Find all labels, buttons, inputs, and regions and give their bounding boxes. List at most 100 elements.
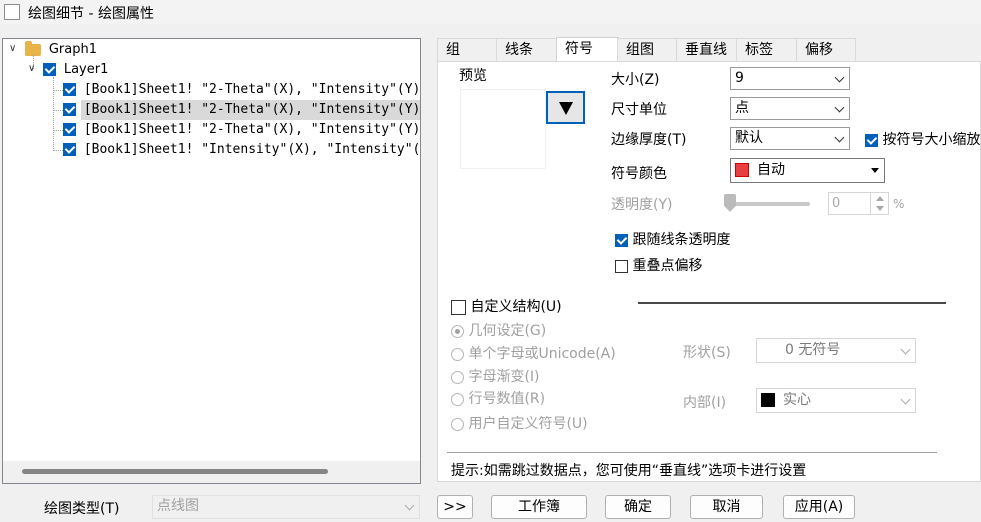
solid-fill-icon [761, 393, 775, 407]
tree-guide [53, 130, 63, 131]
preview-label: 预览 [459, 68, 487, 84]
radio-geometric[interactable]: 几何设定(G) [451, 320, 546, 340]
window-title: 绘图细节 - 绘图属性 [28, 6, 154, 22]
transparency-input[interactable]: 0 [828, 192, 871, 215]
tree-guide [53, 110, 63, 111]
color-swatch [735, 163, 749, 177]
scale-by-size-option[interactable]: 按符号大小缩放 [865, 129, 980, 149]
follow-line-transparency-checkbox[interactable] [615, 233, 628, 247]
custom-construction-checkbox[interactable] [451, 299, 466, 315]
separator-line [638, 302, 946, 304]
transparency-unit: % [893, 197, 905, 211]
chevron-down-icon[interactable]: ∨ [9, 43, 16, 54]
follow-line-transparency-label: 跟随线条透明度 [632, 232, 731, 248]
radio-label: 几何设定(G) [468, 323, 547, 339]
expand-button[interactable]: >> [437, 495, 473, 519]
spin-up-icon[interactable] [876, 196, 884, 201]
tree-item-label: [Book1]Sheet1! "2-Theta"(X), "Intensity"… [83, 82, 421, 97]
plot-checkbox[interactable] [63, 143, 76, 156]
shape-value: 0 无符号 [785, 342, 841, 358]
tab-group-plot[interactable]: 组图 [617, 38, 678, 61]
chevron-down-icon [834, 132, 845, 143]
radio-row-number[interactable]: 行号数值(R) [451, 388, 545, 408]
plot-checkbox[interactable] [63, 123, 76, 136]
layer-checkbox[interactable] [43, 63, 56, 76]
tree-guide [53, 77, 54, 151]
shape-combo[interactable]: 0 无符号 [756, 338, 916, 363]
plot-checkbox[interactable] [63, 103, 76, 116]
radio-button[interactable] [451, 370, 464, 384]
tree-item-label: [Book1]Sheet1! "2-Theta"(X), "Intensity"… [83, 122, 421, 137]
edge-thickness-value: 默认 [735, 130, 763, 146]
radio-button[interactable] [451, 392, 464, 406]
tree-guide [53, 150, 63, 151]
tab-symbol[interactable]: 符号 [556, 37, 619, 62]
radio-label: 行号数值(R) [468, 391, 546, 407]
transparency-value: 0 [832, 196, 841, 211]
unit-value: 点 [735, 100, 749, 116]
symbol-color-combo[interactable]: 自动 [730, 158, 885, 183]
tab-label[interactable]: 标签 [736, 38, 798, 61]
overlap-offset-option[interactable]: 重叠点偏移 [615, 255, 702, 275]
transparency-spinner[interactable] [870, 192, 889, 215]
radio-single-letter[interactable]: 单个字母或Unicode(A) [451, 343, 616, 363]
apply-button[interactable]: 应用(A) [783, 495, 855, 519]
chevron-down-icon [834, 72, 845, 83]
chevron-down-icon [900, 344, 911, 355]
overlap-offset-checkbox[interactable] [615, 259, 628, 273]
tree-node-layer-label: Layer1 [63, 62, 109, 77]
symbol-gallery-button[interactable] [546, 91, 585, 124]
chevron-down-icon[interactable]: ∨ [28, 63, 35, 74]
radio-letter-gradient[interactable]: 字母渐变(I) [451, 366, 540, 386]
scale-by-size-label: 按符号大小缩放 [882, 132, 981, 148]
tree-item-plot-3[interactable]: [Book1]Sheet1! "2-Theta"(X), "Intensity"… [63, 120, 420, 140]
tree-item-plot-2[interactable]: [Book1]Sheet1! "2-Theta"(X), "Intensity"… [63, 100, 420, 120]
tree-item-plot-4[interactable]: [Book1]Sheet1! "Intensity"(X), "Intensit… [63, 140, 421, 160]
radio-button[interactable] [451, 417, 464, 431]
follow-line-transparency-option[interactable]: 跟随线条透明度 [615, 229, 730, 249]
cancel-button[interactable]: 取消 [690, 495, 763, 519]
radio-button[interactable] [451, 324, 464, 338]
chevron-down-icon [900, 394, 911, 405]
tree-node-graph[interactable]: Graph1 [25, 40, 97, 60]
app-icon [4, 4, 20, 20]
transparency-slider-track[interactable] [728, 202, 810, 206]
size-combo[interactable]: 9 [730, 67, 850, 90]
separator-line [447, 452, 937, 453]
tab-drop-lines[interactable]: 垂直线 [676, 38, 738, 61]
tree-guide [53, 90, 63, 91]
interior-label: 内部(I) [683, 395, 727, 411]
tab-line[interactable]: 线条 [496, 38, 557, 61]
workbook-button[interactable]: 工作簿 [491, 495, 587, 519]
plot-checkbox[interactable] [63, 83, 76, 96]
custom-construction-option[interactable]: 自定义结构(U) [451, 296, 562, 316]
unit-label: 尺寸单位 [611, 102, 667, 118]
scale-by-size-checkbox[interactable] [865, 133, 878, 147]
tab-offset[interactable]: 偏移 [796, 38, 856, 61]
tree-item-plot-1[interactable]: [Book1]Sheet1! "2-Theta"(X), "Intensity"… [63, 80, 420, 100]
radio-label: 单个字母或Unicode(A) [468, 346, 616, 362]
chevron-down-icon [404, 500, 415, 511]
edge-thickness-combo[interactable]: 默认 [730, 127, 850, 150]
interior-value: 实心 [783, 392, 811, 408]
tree-node-graph-label: Graph1 [48, 42, 97, 57]
spin-down-icon[interactable] [876, 206, 884, 211]
size-value: 9 [735, 70, 744, 86]
radio-user-defined[interactable]: 用户自定义符号(U) [451, 413, 588, 433]
scrollbar-thumb[interactable] [22, 469, 328, 474]
plot-type-value: 点线图 [157, 498, 199, 514]
size-label: 大小(Z) [611, 72, 660, 88]
ok-button[interactable]: 确定 [605, 495, 671, 519]
unit-combo[interactable]: 点 [730, 97, 850, 120]
triangle-down-icon [559, 102, 573, 115]
radio-label: 字母渐变(I) [468, 369, 540, 385]
plot-type-combo[interactable]: 点线图 [152, 495, 420, 519]
radio-button[interactable] [451, 347, 464, 361]
interior-combo[interactable]: 实心 [756, 388, 916, 413]
overlap-offset-label: 重叠点偏移 [632, 258, 703, 274]
plot-tree[interactable]: ∨ Graph1 ∨ Layer1 [Book1]Sheet1! "2-Thet… [2, 38, 421, 484]
tree-item-label: [Book1]Sheet1! "Intensity"(X), "Intensit… [83, 142, 421, 157]
tab-group[interactable]: 组 [437, 38, 498, 61]
shape-label: 形状(S) [683, 345, 731, 361]
radio-label: 用户自定义符号(U) [468, 416, 588, 432]
